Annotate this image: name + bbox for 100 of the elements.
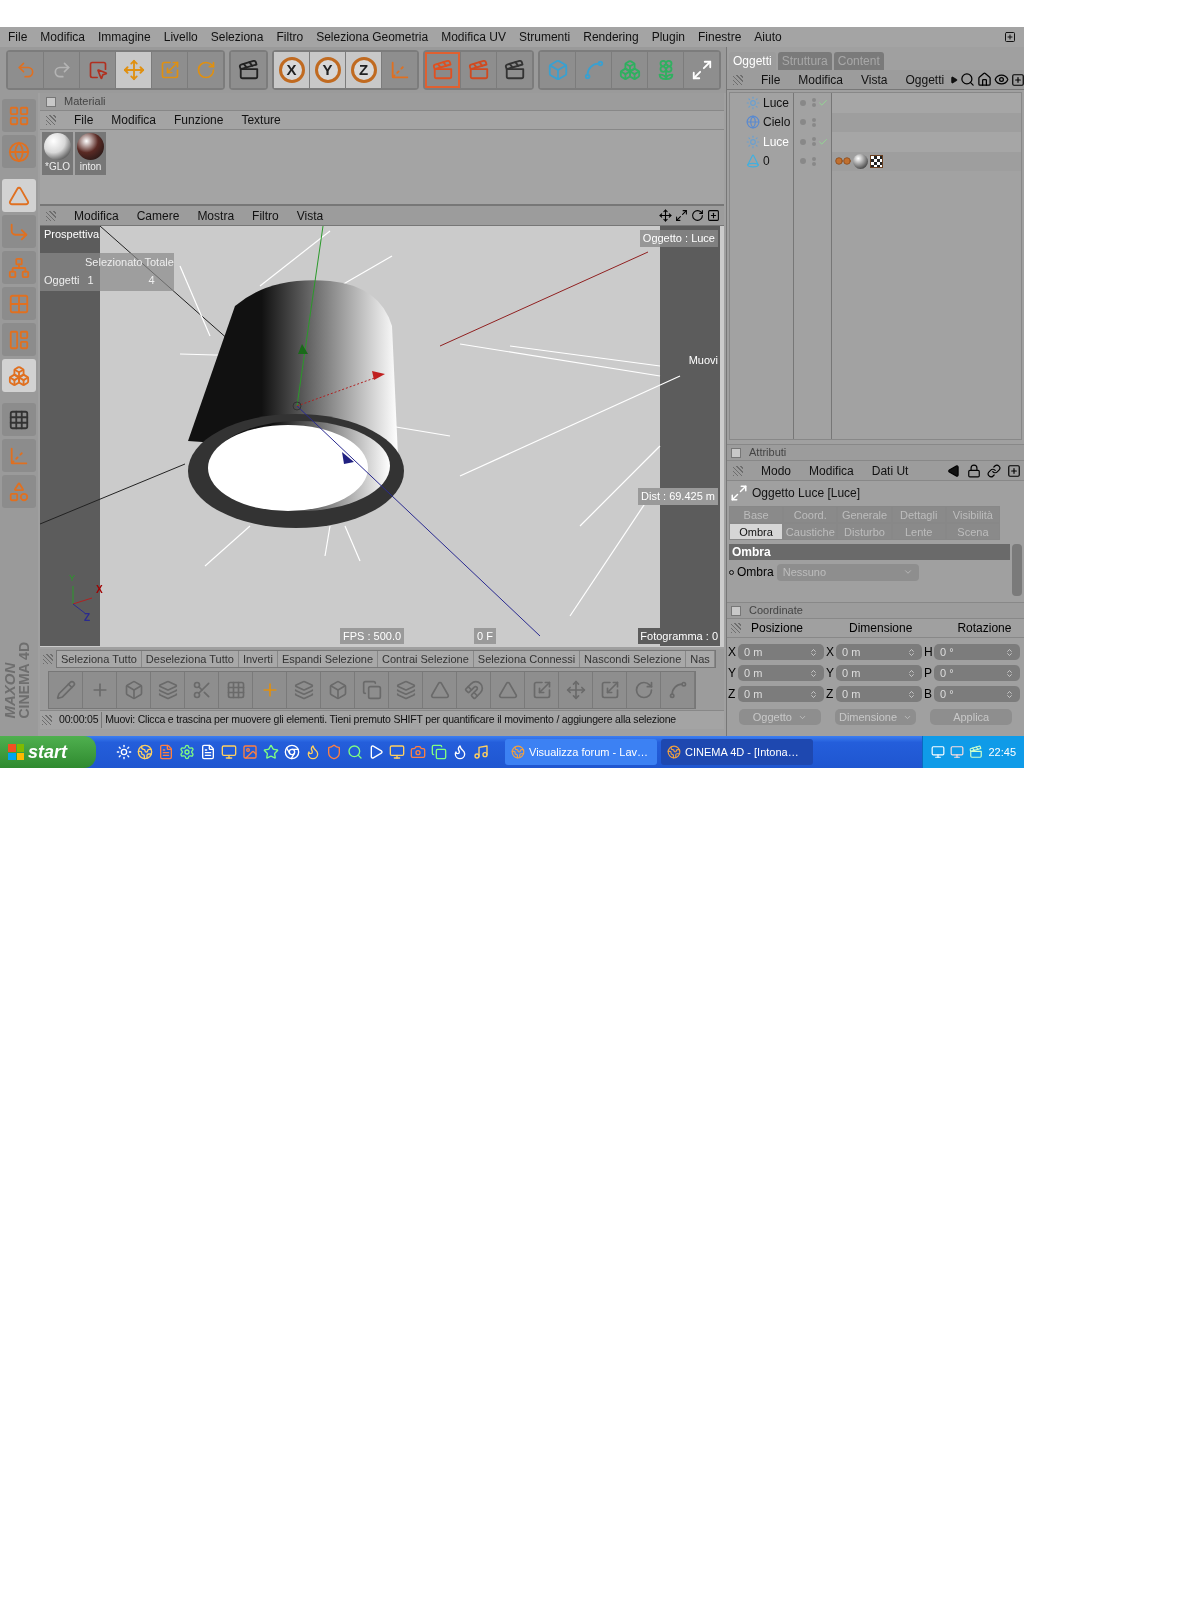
- quick-launch-icon[interactable]: [389, 744, 405, 760]
- tool-button[interactable]: [2, 179, 36, 212]
- menu-item[interactable]: Mostra: [197, 206, 235, 225]
- menu-item[interactable]: Funzione: [174, 111, 224, 129]
- lock-icon[interactable]: [967, 463, 981, 478]
- menu-item[interactable]: Strumenti: [518, 28, 571, 46]
- quick-launch-icon[interactable]: [326, 744, 342, 760]
- command-button[interactable]: Nascondi Selezione: [580, 651, 687, 667]
- quick-launch-icon[interactable]: [242, 744, 258, 760]
- command-button[interactable]: Seleziona Tutto: [57, 651, 142, 667]
- tool-button[interactable]: [497, 52, 532, 88]
- menu-item[interactable]: Modifica: [40, 28, 86, 46]
- menu-item[interactable]: Dati Ut: [871, 461, 909, 480]
- new-panel-icon[interactable]: [1007, 463, 1021, 478]
- back-icon[interactable]: [947, 463, 961, 478]
- menu-item[interactable]: Seleziona Geometria: [316, 28, 429, 46]
- command-button[interactable]: Nas: [686, 651, 715, 667]
- menu-item[interactable]: Vista: [296, 206, 324, 225]
- network-icon[interactable]: [950, 745, 965, 759]
- menu-item[interactable]: File: [761, 70, 781, 89]
- menu-item[interactable]: Livello: [163, 28, 198, 46]
- menu-item[interactable]: Seleziona: [210, 28, 264, 46]
- menu-item[interactable]: Camere: [136, 206, 180, 225]
- zoom-icon[interactable]: [675, 209, 688, 222]
- spinner-icon[interactable]: [1005, 647, 1014, 657]
- tool-button[interactable]: [2, 359, 36, 392]
- command-button[interactable]: Espandi Selezione: [277, 651, 378, 667]
- checkbox[interactable]: [731, 605, 741, 616]
- new-panel-icon[interactable]: [1011, 72, 1026, 87]
- spinner-icon[interactable]: [907, 647, 916, 657]
- spinner-icon[interactable]: [809, 668, 818, 678]
- taskbar-button[interactable]: CINEMA 4D - [Intona…: [661, 739, 813, 765]
- axis-lock-button[interactable]: X: [274, 52, 309, 88]
- spinner-icon[interactable]: [809, 647, 818, 657]
- tool-button[interactable]: [2, 403, 36, 436]
- quick-launch-icon[interactable]: [116, 744, 132, 760]
- quick-launch-icon[interactable]: [137, 744, 153, 760]
- quick-launch-icon[interactable]: [473, 744, 489, 760]
- material-swatch[interactable]: *GLO: [42, 132, 73, 175]
- menu-item[interactable]: Filtro: [252, 206, 279, 225]
- quick-launch-icon[interactable]: [410, 744, 426, 760]
- axis-lock-button[interactable]: Y: [310, 52, 345, 88]
- eye-icon[interactable]: [994, 72, 1010, 87]
- check-icon[interactable]: [818, 97, 828, 108]
- rotate-icon[interactable]: [691, 209, 704, 222]
- number-field[interactable]: 0 m: [738, 686, 824, 702]
- menu-item[interactable]: Vista: [861, 70, 888, 89]
- object-row[interactable]: 0: [730, 151, 793, 171]
- restore-icon[interactable]: [1004, 31, 1016, 43]
- pan-icon[interactable]: [659, 209, 672, 222]
- menu-item[interactable]: Oggetti: [905, 70, 945, 89]
- menu-item[interactable]: Rendering: [583, 28, 639, 46]
- checkbox[interactable]: [731, 447, 741, 458]
- tray-icon[interactable]: [969, 745, 984, 759]
- material-swatch[interactable]: inton: [75, 132, 106, 175]
- object-row[interactable]: Cielo: [730, 112, 793, 132]
- number-field[interactable]: 0 m: [836, 644, 922, 660]
- command-button[interactable]: Seleziona Connessi: [473, 651, 581, 667]
- quick-launch-icon[interactable]: [158, 744, 174, 760]
- spinner-icon[interactable]: [907, 668, 916, 678]
- quick-launch-icon[interactable]: [221, 744, 237, 760]
- number-field[interactable]: 0 °: [934, 665, 1020, 681]
- menu-item[interactable]: File: [74, 111, 94, 129]
- check-icon[interactable]: [818, 136, 828, 147]
- command-button[interactable]: Contrai Selezione: [378, 651, 474, 667]
- quick-launch-icon[interactable]: [452, 744, 468, 760]
- number-field[interactable]: 0 m: [738, 644, 824, 660]
- quick-launch-icon[interactable]: [431, 744, 447, 760]
- menu-item[interactable]: Modifica: [74, 206, 119, 225]
- quick-launch-icon[interactable]: [347, 744, 363, 760]
- number-field[interactable]: 0 °: [934, 644, 1020, 660]
- checkbox[interactable]: [46, 96, 56, 107]
- menu-item[interactable]: Modifica: [111, 111, 157, 129]
- menu-item[interactable]: Filtro: [276, 28, 304, 46]
- network-icon[interactable]: [931, 745, 946, 759]
- number-field[interactable]: 0 m: [836, 686, 922, 702]
- menu-item[interactable]: File: [8, 28, 28, 46]
- maximize-icon[interactable]: [707, 209, 720, 222]
- expand-icon[interactable]: [950, 75, 959, 84]
- spinner-icon[interactable]: [1005, 689, 1014, 699]
- menu-item[interactable]: Modifica: [798, 70, 844, 89]
- number-field[interactable]: 0 m: [738, 665, 824, 681]
- taskbar-button[interactable]: Visualizza forum - Lav…: [505, 739, 657, 765]
- scrollbar[interactable]: [1012, 544, 1022, 596]
- spinner-icon[interactable]: [1005, 668, 1014, 678]
- attribute-tab[interactable]: Ombra: [729, 523, 784, 540]
- menu-item[interactable]: Finestre: [698, 28, 742, 46]
- number-field[interactable]: 0 m: [836, 665, 922, 681]
- axis-lock-button[interactable]: Z: [346, 52, 381, 88]
- start-button[interactable]: start: [0, 736, 96, 768]
- search-icon[interactable]: [960, 72, 976, 87]
- command-button[interactable]: Inverti: [238, 651, 278, 667]
- spinner-icon[interactable]: [907, 689, 916, 699]
- quick-launch-icon[interactable]: [200, 744, 216, 760]
- menu-item[interactable]: Plugin: [651, 28, 685, 46]
- home-icon[interactable]: [977, 72, 993, 87]
- object-row[interactable]: Luce: [730, 93, 793, 113]
- tool-button[interactable]: [684, 52, 719, 88]
- menu-item[interactable]: Aiuto: [754, 28, 782, 46]
- link-icon[interactable]: [987, 463, 1001, 478]
